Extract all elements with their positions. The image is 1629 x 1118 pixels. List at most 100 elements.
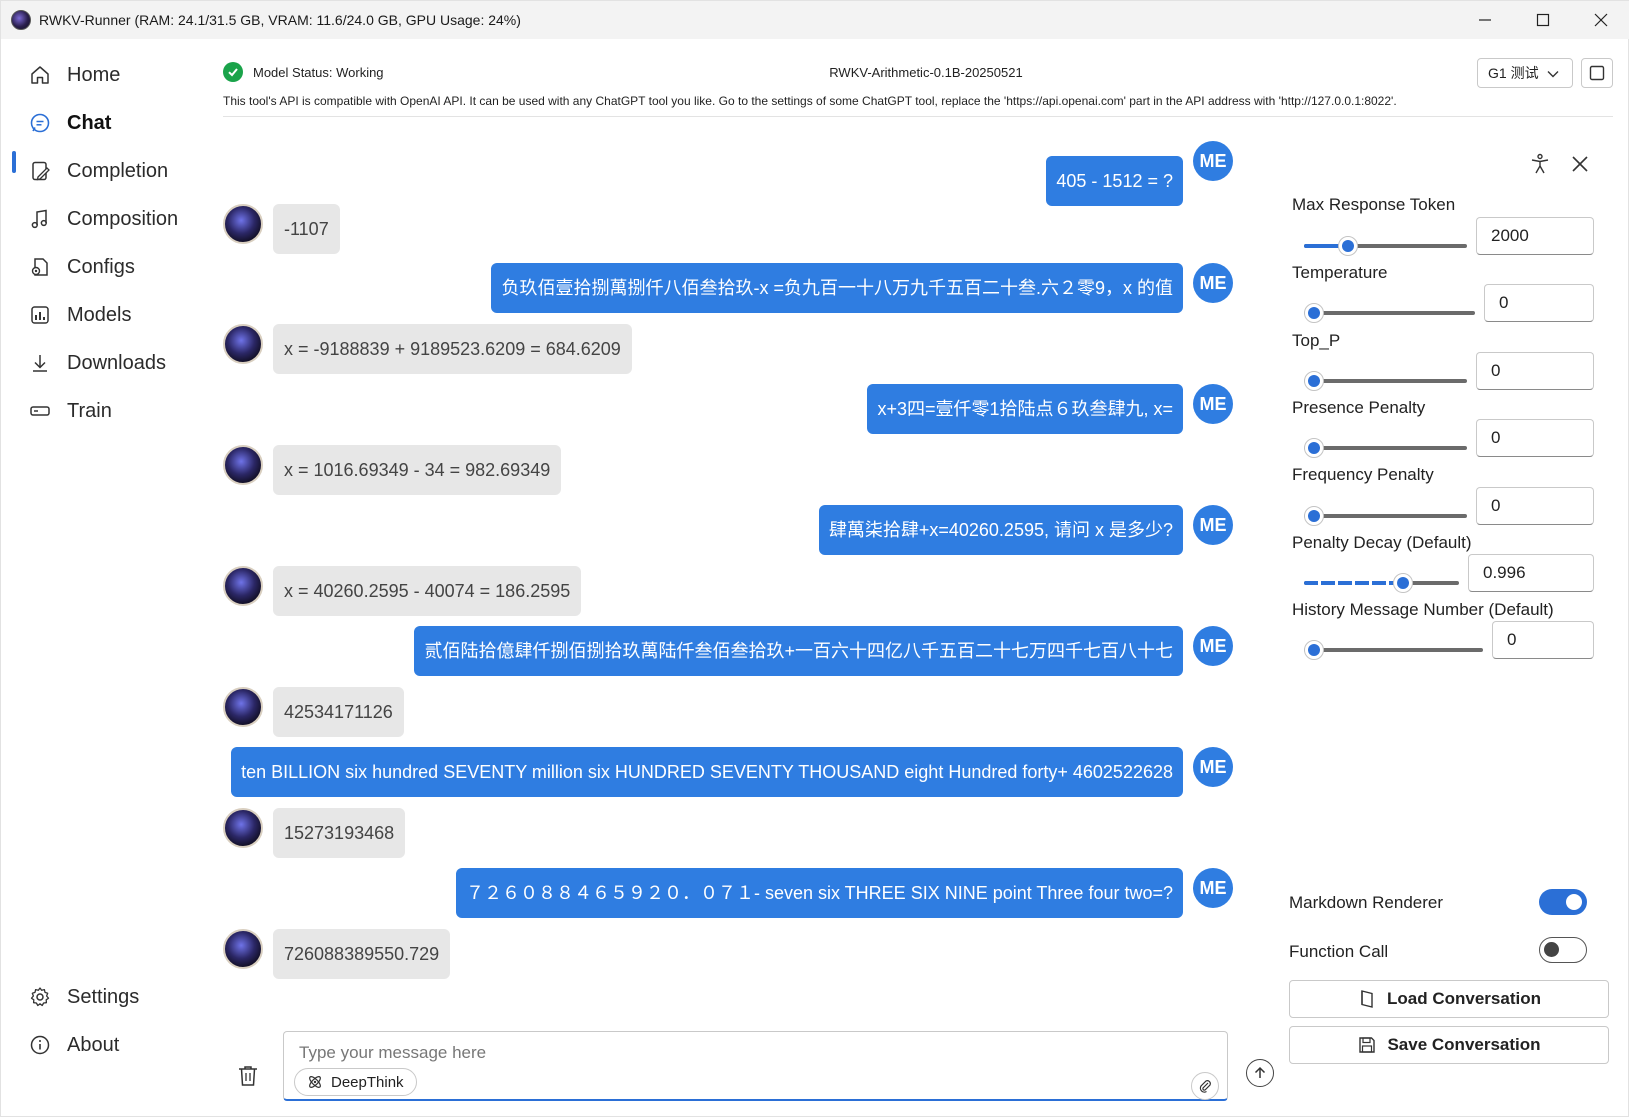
param-label-top-p: Top_P — [1292, 331, 1341, 350]
message-input[interactable] — [299, 1040, 1119, 1066]
sidebar-item-about[interactable]: About — [13, 1023, 203, 1067]
home-icon — [27, 62, 53, 88]
input-history-message-number[interactable]: 0 — [1492, 621, 1594, 659]
bot-bubble: 15273193468 — [273, 808, 406, 858]
sidebar-item-label: Home — [67, 63, 121, 86]
bot-bubble: 42534171126 — [273, 687, 404, 737]
clear-chat-button[interactable] — [233, 1061, 263, 1091]
chevron-down-icon — [1547, 65, 1559, 81]
close-window-button[interactable] — [1572, 1, 1629, 39]
slider-penalty-decay[interactable] — [1304, 573, 1459, 593]
model-status-text: Model Status: Working — [253, 64, 384, 80]
slider-top-p[interactable] — [1304, 371, 1467, 391]
param-label-penalty-decay: Penalty Decay (Default) — [1292, 533, 1472, 552]
maximize-icon — [1536, 13, 1550, 27]
slider-history-message-number[interactable] — [1304, 640, 1483, 660]
sidebar-item-home[interactable]: Home — [13, 53, 203, 97]
info-icon — [27, 1032, 53, 1058]
sidebar-item-settings[interactable]: Settings — [13, 975, 203, 1019]
user-avatar: ME — [1193, 263, 1233, 303]
param-label-history-message-number: History Message Number (Default) — [1292, 600, 1554, 619]
sidebar-item-label: Train — [67, 399, 112, 422]
sidebar-item-models[interactable]: Models — [13, 293, 203, 337]
bot-message: 726088389550.729 — [223, 929, 451, 979]
models-icon — [27, 302, 53, 328]
api-compat-note: This tool's API is compatible with OpenA… — [223, 94, 1397, 108]
minimize-button[interactable] — [1456, 1, 1514, 39]
user-message: 肆萬柒拾肆+x=40260.2595, 请问 x 是多少? ME — [818, 505, 1233, 555]
user-bubble: 贰佰陆拾億肆仟捌佰捌拾玖萬陆仟叁佰叁拾玖+一百六十四亿八千五百二十七万四千七百八… — [414, 626, 1183, 676]
accessibility-button[interactable] — [1529, 153, 1551, 180]
window-title: RWKV-Runner (RAM: 24.1/31.5 GB, VRAM: 11… — [39, 12, 521, 28]
completion-icon — [27, 158, 53, 184]
save-conversation-button[interactable]: Save Conversation — [1289, 1026, 1609, 1064]
sidebar-item-label: Chat — [67, 111, 112, 134]
sidebar-item-downloads[interactable]: Downloads — [13, 341, 203, 385]
input-penalty-decay[interactable]: 0.996 — [1468, 554, 1594, 592]
bot-message: x = 40260.2595 - 40074 = 186.2595 — [223, 566, 582, 616]
sidebar-item-configs[interactable]: Configs — [13, 245, 203, 289]
app-window: RWKV-Runner (RAM: 24.1/31.5 GB, VRAM: 11… — [0, 0, 1629, 1117]
sidebar-item-chat[interactable]: Chat — [13, 101, 203, 145]
sidebar-item-label: Completion — [67, 159, 169, 182]
input-max-response-token[interactable]: 2000 — [1476, 217, 1594, 255]
sidebar-item-label: Models — [67, 303, 132, 326]
save-conversation-label: Save Conversation — [1387, 1035, 1541, 1054]
sidebar: Home Chat Completion Composition Configs… — [1, 39, 211, 1118]
sidebar-item-completion[interactable]: Completion — [13, 149, 203, 193]
deepthink-toggle[interactable]: DeepThink — [294, 1068, 417, 1096]
sidebar-item-label: Composition — [67, 207, 179, 230]
configs-icon — [27, 254, 53, 280]
input-top-p[interactable]: 0 — [1476, 352, 1594, 390]
chat-messages: 405 - 1512 = ? ME -1107 负玖佰壹拾捌萬捌仟八佰叁拾玖-x… — [211, 121, 1281, 1021]
bot-message: -1107 — [223, 204, 340, 254]
attach-button[interactable] — [1191, 1072, 1219, 1100]
param-label-max-response-token: Max Response Token — [1292, 195, 1456, 214]
slider-presence-penalty[interactable] — [1304, 438, 1467, 458]
maximize-button[interactable] — [1514, 1, 1572, 39]
slider-frequency-penalty[interactable] — [1304, 506, 1467, 526]
input-presence-penalty[interactable]: 0 — [1476, 419, 1594, 457]
close-icon — [1572, 156, 1588, 172]
model-status: Model Status: Working — [223, 59, 384, 85]
input-temperature[interactable]: 0 — [1484, 284, 1594, 322]
window-controls — [1456, 1, 1629, 39]
bot-avatar — [223, 445, 263, 485]
preset-dropdown[interactable]: G1 测试 — [1477, 58, 1573, 88]
atom-icon — [307, 1074, 323, 1090]
deepthink-label: DeepThink — [331, 1073, 404, 1091]
bot-avatar — [223, 687, 263, 727]
toggle-panel-button[interactable] — [1581, 58, 1613, 88]
sidebar-item-composition[interactable]: Composition — [13, 197, 203, 241]
bot-avatar — [223, 566, 263, 606]
param-label-presence-penalty: Presence Penalty — [1292, 398, 1426, 417]
load-conversation-button[interactable]: Load Conversation — [1289, 980, 1609, 1018]
bot-bubble: x = 1016.69349 - 34 = 982.69349 — [273, 445, 562, 495]
user-bubble: x+3四=壹仟零1拾陆点６玖叁肆九, x= — [867, 384, 1183, 434]
user-bubble: ７２６０８８４６５９２０．０７１- seven six THREE SIX NI… — [455, 868, 1183, 918]
slider-max-response-token[interactable] — [1304, 236, 1467, 256]
train-icon — [27, 398, 53, 424]
close-panel-button[interactable] — [1569, 153, 1591, 180]
input-frequency-penalty[interactable]: 0 — [1476, 487, 1594, 525]
user-avatar: ME — [1193, 868, 1233, 908]
user-bubble: ten BILLION six hundred SEVENTY million … — [231, 747, 1183, 797]
function-call-switch[interactable] — [1539, 937, 1587, 963]
sidebar-item-label: About — [67, 1033, 120, 1056]
paperclip-icon — [1199, 1080, 1211, 1093]
user-bubble: 肆萬柒拾肆+x=40260.2595, 请问 x 是多少? — [818, 505, 1183, 555]
title-bar: RWKV-Runner (RAM: 24.1/31.5 GB, VRAM: 11… — [1, 1, 1629, 39]
slider-temperature[interactable] — [1304, 303, 1475, 323]
send-button[interactable] — [1246, 1059, 1274, 1087]
bot-avatar — [223, 204, 263, 244]
user-message: 贰佰陆拾億肆仟捌佰捌拾玖萬陆仟叁佰叁拾玖+一百六十四亿八千五百二十七万四千七百八… — [414, 626, 1233, 676]
panel-icon — [1589, 65, 1605, 81]
sidebar-item-train[interactable]: Train — [13, 389, 203, 433]
bot-avatar — [223, 324, 263, 364]
user-message: x+3四=壹仟零1拾陆点６玖叁肆九, x= ME — [867, 384, 1233, 434]
markdown-renderer-switch[interactable] — [1539, 889, 1587, 915]
close-icon — [1594, 13, 1608, 27]
param-label-temperature: Temperature — [1292, 263, 1388, 282]
sidebar-item-label: Settings — [67, 985, 140, 1008]
bot-avatar — [223, 929, 263, 969]
